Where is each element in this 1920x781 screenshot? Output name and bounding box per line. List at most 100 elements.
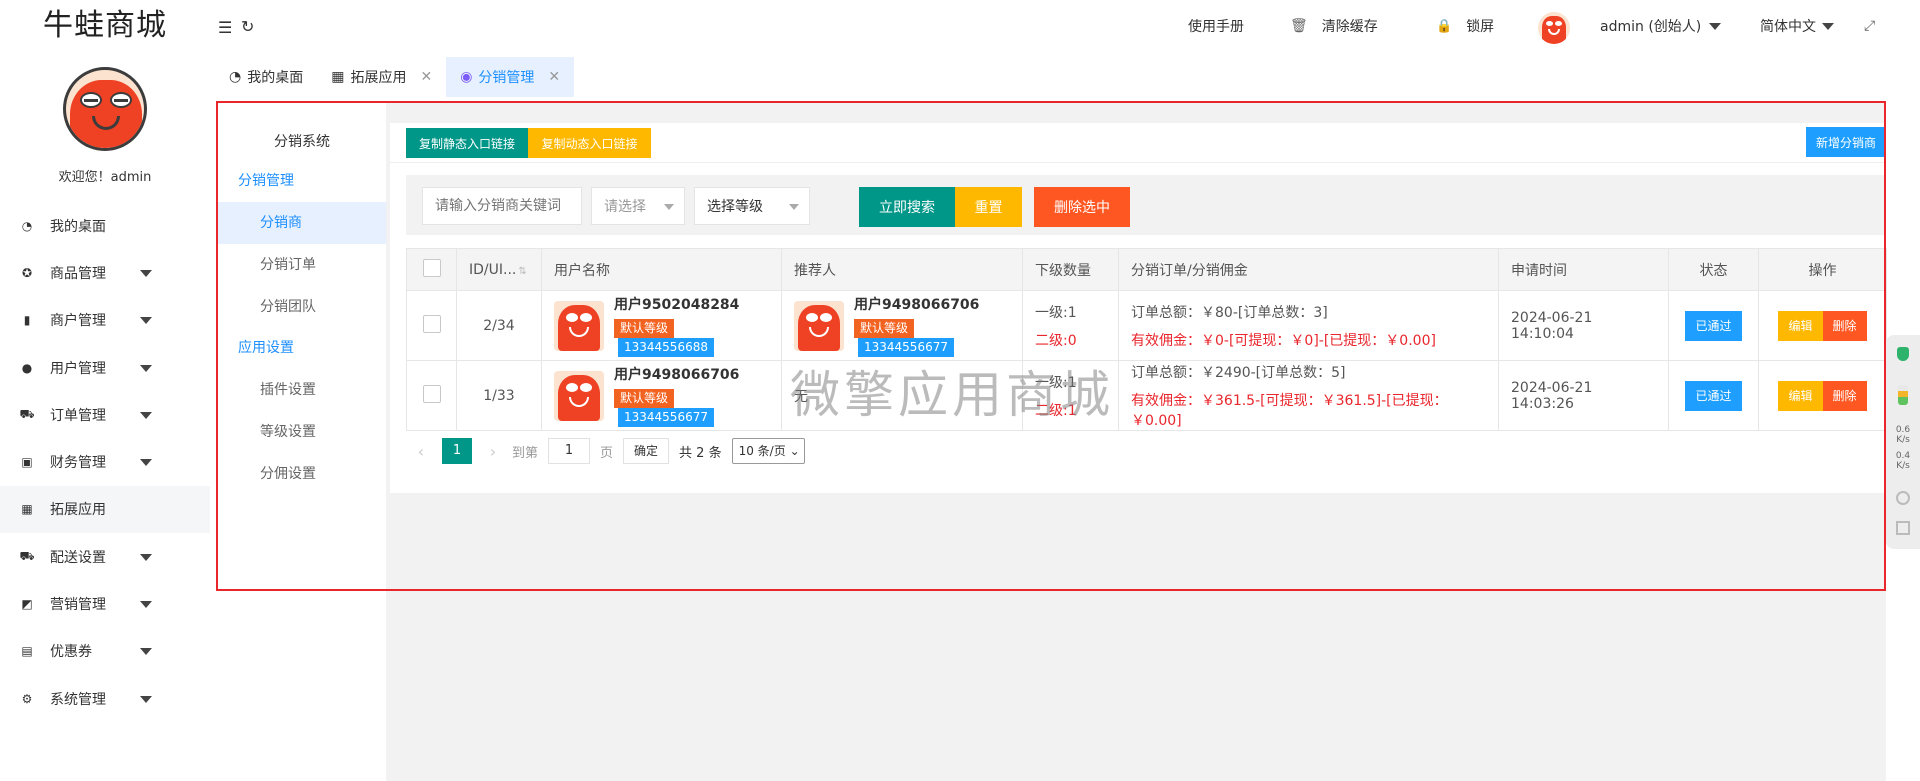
- product-icon: ✪: [21, 265, 33, 280]
- submenu-item-commission-settings[interactable]: 分佣设置: [218, 453, 386, 495]
- status-approved-button[interactable]: 已通过: [1685, 380, 1742, 411]
- col-apply-time: 申请时间: [1498, 248, 1669, 291]
- edit-button[interactable]: 编辑: [1778, 380, 1823, 411]
- col-referrer: 推荐人: [781, 248, 1023, 291]
- search-input[interactable]: [422, 187, 582, 225]
- col-id[interactable]: ID/UI... ⇅: [456, 248, 542, 291]
- col-orders-commission: 分销订单/分销佣金: [1118, 248, 1499, 291]
- submenu-item-orders[interactable]: 分销订单: [218, 244, 386, 286]
- lock-icon: 🔒: [1436, 18, 1453, 34]
- submenu-item-plugin-settings[interactable]: 插件设置: [218, 369, 386, 411]
- battery-icon: [1898, 385, 1908, 405]
- next-page-icon[interactable]: ›: [478, 442, 508, 461]
- language-menu[interactable]: 简体中文: [1760, 0, 1834, 52]
- sidebar-item-extensions[interactable]: ▦ 拓展应用: [0, 485, 210, 534]
- goto-confirm-button[interactable]: 确定: [623, 438, 670, 464]
- level-badge: 默认等级: [614, 389, 675, 408]
- header-avatar[interactable]: [1538, 12, 1570, 44]
- row-apply-time: 2024-06-21 14:10:04: [1498, 290, 1669, 361]
- user-name: 用户9502048284: [614, 297, 740, 313]
- shield-icon[interactable]: [1897, 347, 1909, 361]
- net-speed-2: 0.4 K/s: [1886, 451, 1920, 471]
- app-logo: 牛蛙商城: [43, 8, 167, 43]
- sidebar-item-products[interactable]: ✪ 商品管理: [0, 249, 210, 296]
- add-distributor-button[interactable]: 新增分销商: [1806, 127, 1886, 157]
- select-all-checkbox[interactable]: [422, 258, 441, 277]
- delete-selected-button[interactable]: 删除选中: [1034, 187, 1130, 227]
- submenu-group-distribution[interactable]: 分销管理: [218, 161, 386, 202]
- phone-badge: 13344556677: [858, 338, 954, 357]
- sidebar-item-marketing[interactable]: ◩ 营销管理: [0, 580, 210, 627]
- money-icon: ▣: [21, 455, 33, 470]
- status-approved-button[interactable]: 已通过: [1685, 310, 1742, 341]
- copy-dynamic-link-button[interactable]: 复制动态入口链接: [528, 128, 651, 158]
- pagination: ‹ 1 › 到第 1 页 确定 共 2 条 10 条/页 ⌄: [406, 431, 805, 471]
- sidebar-item-orders[interactable]: ⛟ 订单管理: [0, 391, 210, 438]
- net-speed-1-unit: K/s: [1896, 435, 1910, 445]
- submenu-item-level-settings[interactable]: 等级设置: [218, 411, 386, 453]
- clear-cache-button[interactable]: 🗑 清除缓存: [1290, 0, 1378, 52]
- sidebar-item-finance[interactable]: ▣ 财务管理: [0, 438, 210, 485]
- user-menu[interactable]: admin (创始人): [1600, 0, 1722, 52]
- distribution-submenu: 分销系统 分销管理 分销商 分销订单 分销团队 应用设置 插件设置 等级设置 分…: [218, 103, 386, 781]
- per-page-select[interactable]: 10 条/页 ⌄: [731, 438, 805, 464]
- prev-page-icon[interactable]: ‹: [406, 442, 436, 461]
- sidebar-menu: ◔ 我的桌面 ✪ 商品管理 ▮ 商户管理 ● 用户管理 ⛟ 订单管理 ▣ 财务管理 ▦ 拓展应…: [0, 202, 210, 722]
- level-badge: 默认等级: [854, 319, 915, 338]
- grid-icon: ▦: [21, 502, 33, 517]
- row-checkbox[interactable]: [422, 314, 441, 333]
- sidebar-item-label: 拓展应用: [50, 502, 106, 519]
- screenshot-icon[interactable]: [1896, 521, 1910, 535]
- row-id: 1/33: [456, 360, 542, 431]
- chevron-down-icon: ⌄: [789, 444, 800, 458]
- page-1-button[interactable]: 1: [442, 438, 472, 464]
- reset-button[interactable]: 重置: [955, 187, 1022, 227]
- per-page-value: 10 条/页: [738, 444, 786, 458]
- net-speed-1: 0.6 K/s: [1886, 425, 1920, 445]
- manual-link[interactable]: 使用手册: [1188, 0, 1244, 52]
- tab-desktop[interactable]: ◔ 我的桌面: [215, 57, 317, 97]
- tab-label: 拓展应用: [350, 70, 407, 86]
- tab-extensions[interactable]: ▦ 拓展应用 ✕: [317, 57, 446, 97]
- tab-distribution[interactable]: ◉ 分销管理 ✕: [446, 57, 575, 97]
- lock-button[interactable]: 🔒 锁屏: [1436, 0, 1494, 52]
- close-icon[interactable]: ✕: [548, 69, 560, 85]
- sidebar-item-label: 系统管理: [50, 691, 106, 708]
- submenu-item-distributors[interactable]: 分销商: [218, 202, 386, 244]
- phone-badge: 13344556688: [618, 338, 714, 357]
- copy-static-link-button[interactable]: 复制静态入口链接: [406, 128, 528, 158]
- delete-button[interactable]: 删除: [1822, 310, 1867, 341]
- sidebar-item-coupons[interactable]: ▤ 优惠券: [0, 628, 210, 675]
- sidebar-item-label: 财务管理: [50, 455, 106, 472]
- net-speed-1-value: 0.6: [1895, 425, 1911, 435]
- level-select[interactable]: 选择等级: [694, 187, 810, 225]
- collapse-menu-icon[interactable]: ☰: [218, 18, 232, 37]
- close-icon[interactable]: ✕: [420, 69, 432, 85]
- speed-icon[interactable]: [1896, 491, 1910, 505]
- caret-down-icon: [140, 317, 152, 325]
- status-select[interactable]: 请选择: [591, 187, 685, 225]
- sidebar-item-delivery[interactable]: ⛟ 配送设置: [0, 533, 210, 580]
- row-actions-cell: 编辑 删除: [1758, 360, 1887, 431]
- refresh-icon[interactable]: ↻: [241, 17, 254, 36]
- col-id-label: ID/UI...: [469, 261, 517, 278]
- merchant-icon: ▮: [23, 313, 31, 328]
- edit-button[interactable]: 编辑: [1778, 310, 1823, 341]
- goto-page-input[interactable]: 1: [548, 438, 591, 464]
- row-checkbox[interactable]: [422, 384, 441, 403]
- sidebar-item-merchants[interactable]: ▮ 商户管理: [0, 297, 210, 344]
- sort-icon[interactable]: ⇅: [518, 266, 526, 277]
- sidebar-item-desktop[interactable]: ◔ 我的桌面: [0, 202, 210, 249]
- submenu-item-teams[interactable]: 分销团队: [218, 286, 386, 328]
- submenu-group-settings[interactable]: 应用设置: [218, 328, 386, 369]
- search-button[interactable]: 立即搜索: [859, 187, 955, 227]
- delete-button[interactable]: 删除: [1822, 380, 1867, 411]
- fullscreen-icon[interactable]: ⤢: [1864, 0, 1875, 52]
- row-subordinates-cell: 一级:1 二级:1: [1022, 360, 1119, 431]
- sidebar-item-system[interactable]: ⚙ 系统管理: [0, 675, 210, 722]
- caret-down-icon: [140, 648, 152, 656]
- sidebar-item-users[interactable]: ● 用户管理: [0, 344, 210, 391]
- sidebar-item-label: 商户管理: [50, 313, 106, 330]
- sidebar-item-label: 配送设置: [50, 549, 106, 566]
- sidebar-item-label: 商品管理: [50, 265, 106, 282]
